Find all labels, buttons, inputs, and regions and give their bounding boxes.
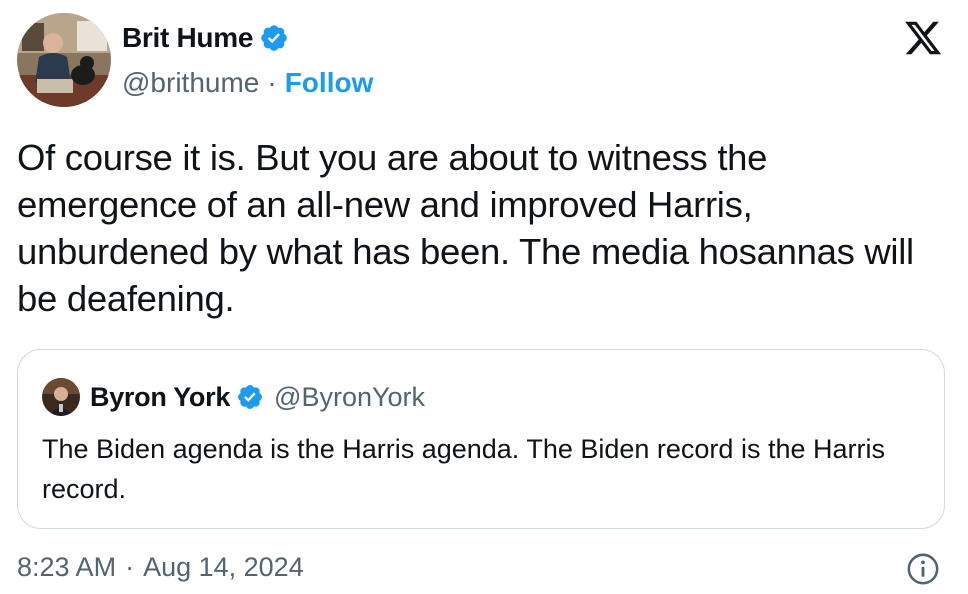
quote-author-row: Byron York @ByronYork bbox=[90, 378, 425, 416]
tweet-text: Of course it is. But you are about to wi… bbox=[17, 137, 914, 319]
author-handle[interactable]: @brithume bbox=[122, 67, 259, 99]
timestamp-date[interactable]: Aug 14, 2024 bbox=[143, 552, 304, 583]
author-display-name[interactable]: Brit Hume bbox=[122, 22, 253, 54]
x-logo-icon[interactable] bbox=[902, 18, 944, 58]
quote-avatar-photo bbox=[42, 378, 80, 416]
avatar-photo bbox=[17, 13, 111, 107]
info-icon[interactable] bbox=[906, 552, 940, 586]
quote-author-handle[interactable]: @ByronYork bbox=[274, 382, 425, 413]
verified-badge-icon bbox=[236, 383, 264, 411]
author-name-row: Brit Hume bbox=[122, 22, 289, 54]
quoted-tweet-card[interactable]: Byron York @ByronYork The Biden agenda i… bbox=[17, 349, 945, 529]
timestamp-separator: · bbox=[125, 552, 135, 582]
quote-text: The Biden agenda is the Harris agenda. T… bbox=[42, 434, 885, 504]
quote-author-avatar[interactable] bbox=[42, 378, 80, 416]
tweet-card: Brit Hume @brithume · Follow Of course i… bbox=[0, 0, 968, 594]
handle-separator: · bbox=[267, 67, 277, 98]
verified-badge-icon bbox=[259, 23, 289, 53]
quote-author-name[interactable]: Byron York bbox=[90, 382, 230, 413]
follow-button[interactable]: Follow bbox=[285, 67, 374, 99]
tweet-timestamp: 8:23 AM · Aug 14, 2024 bbox=[17, 552, 304, 583]
timestamp-time[interactable]: 8:23 AM bbox=[17, 552, 116, 583]
author-handle-row: @brithume · Follow bbox=[122, 67, 373, 99]
author-avatar[interactable] bbox=[17, 13, 111, 107]
